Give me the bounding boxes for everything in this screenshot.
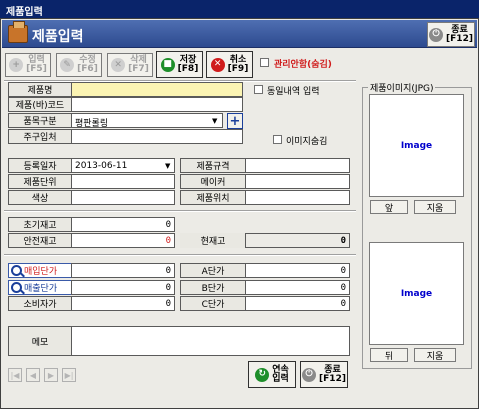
box-icon <box>8 21 28 43</box>
delete-button[interactable]: ✕ 삭제 [F7] <box>107 53 153 77</box>
last-record-icon[interactable]: ▶| <box>62 368 76 382</box>
repeat-icon: ↻ <box>255 367 270 382</box>
chevron-down-icon[interactable]: ▼ <box>165 162 170 170</box>
b-price-input[interactable]: 0 <box>245 280 350 295</box>
memo-input[interactable] <box>71 326 350 356</box>
front-image-button[interactable]: 앞 <box>370 200 408 214</box>
image-panel-title: 제품이미지(JPG) <box>368 81 436 94</box>
consumer-price-input[interactable]: 0 <box>71 296 175 311</box>
consumer-price-label: 소비자가 <box>8 296 72 311</box>
initial-stock-input[interactable]: 0 <box>71 217 175 232</box>
power-icon: ⏻ <box>302 367 317 382</box>
divider <box>4 254 356 256</box>
location-input[interactable] <box>245 190 350 205</box>
category-label: 품목구분 <box>8 113 72 128</box>
same-history-checkbox[interactable] <box>254 85 263 94</box>
a-price-label: A단가 <box>180 263 246 278</box>
save-button[interactable]: ■ 저장 [F8] <box>156 51 203 78</box>
safety-stock-label: 안전재고 <box>8 233 72 248</box>
divider <box>4 210 356 212</box>
c-price-label: C단가 <box>180 296 246 311</box>
close-icon: ✕ <box>210 57 225 72</box>
magnifier-icon <box>11 265 22 276</box>
supplier-label: 주구입처 <box>8 129 72 144</box>
save-icon: ■ <box>160 57 175 72</box>
spec-label: 제품규격 <box>180 158 246 173</box>
product-image-2[interactable]: Image <box>369 242 464 345</box>
close-button-bottom[interactable]: ⏻ 종료 [F12] <box>300 361 348 388</box>
a-price-input[interactable]: 0 <box>245 263 350 278</box>
reg-date-label: 등록일자 <box>8 158 72 173</box>
close-button-top[interactable]: ⏻ 종료 [F12] <box>427 22 475 47</box>
c-price-input[interactable]: 0 <box>245 296 350 311</box>
supplier-input[interactable] <box>71 129 243 144</box>
spec-input[interactable] <box>245 158 350 173</box>
color-label: 색상 <box>8 190 72 205</box>
next-record-icon[interactable]: ▶ <box>44 368 58 382</box>
product-name-input[interactable] <box>71 82 243 97</box>
reg-date-input[interactable]: 2013-06-11 <box>71 158 175 173</box>
memo-label: 메모 <box>8 326 72 356</box>
power-icon: ⏻ <box>429 27 444 42</box>
sales-price-lookup[interactable]: 매출단가 <box>8 280 72 295</box>
purchase-price-input[interactable]: 0 <box>71 263 175 278</box>
pencil-icon: ✎ <box>60 58 75 72</box>
initial-stock-label: 초기재고 <box>8 217 72 232</box>
cancel-button[interactable]: ✕ 취소 [F9] <box>206 51 253 78</box>
product-name-label: 제품명 <box>8 82 72 97</box>
first-record-icon[interactable]: |◀ <box>8 368 22 382</box>
color-input[interactable] <box>71 190 175 205</box>
product-image-1[interactable]: Image <box>369 94 464 197</box>
back-image-button[interactable]: 뒤 <box>370 348 408 362</box>
sales-price-input[interactable]: 0 <box>71 280 175 295</box>
magnifier-icon <box>11 282 22 293</box>
window-title: 제품입력 <box>0 0 479 18</box>
barcode-input[interactable] <box>71 97 243 112</box>
purchase-price-lookup[interactable]: 매입단가 <box>8 263 72 278</box>
hide-image-checkbox[interactable] <box>273 135 282 144</box>
maker-input[interactable] <box>245 174 350 189</box>
maker-label: 메이커 <box>180 174 246 189</box>
same-history-label: 동일내역 입력 <box>267 87 320 97</box>
delete-icon: ✕ <box>111 58 126 72</box>
safety-stock-input[interactable]: 0 <box>71 233 175 248</box>
delete-image-1-button[interactable]: 지움 <box>414 200 456 214</box>
current-stock-value: 0 <box>245 233 350 248</box>
chevron-down-icon[interactable]: ▼ <box>212 117 217 125</box>
page-title: 제품입력 <box>32 29 84 45</box>
prev-record-icon[interactable]: ◀ <box>26 368 40 382</box>
hide-mgmt-label: 관리안함(숨김) <box>274 60 332 70</box>
delete-image-2-button[interactable]: 지움 <box>414 348 456 362</box>
unit-input[interactable] <box>71 174 175 189</box>
location-label: 제품위치 <box>180 190 246 205</box>
hide-image-label: 이미지숨김 <box>286 137 328 147</box>
unit-label: 제품단위 <box>8 174 72 189</box>
new-doc-icon: + <box>9 58 24 72</box>
b-price-label: B단가 <box>180 280 246 295</box>
edit-button[interactable]: ✎ 수정 [F6] <box>56 53 102 77</box>
add-category-button[interactable]: + <box>227 113 243 129</box>
hide-mgmt-checkbox[interactable] <box>260 58 269 67</box>
current-stock-label: 현재고 <box>180 233 246 248</box>
category-select[interactable]: 평판롤링 <box>71 113 223 128</box>
barcode-label: 제품(바)코드 <box>8 97 72 112</box>
input-button[interactable]: + 입력 [F5] <box>5 53 51 77</box>
continuous-input-button[interactable]: ↻ 연속 입력 <box>248 361 296 388</box>
